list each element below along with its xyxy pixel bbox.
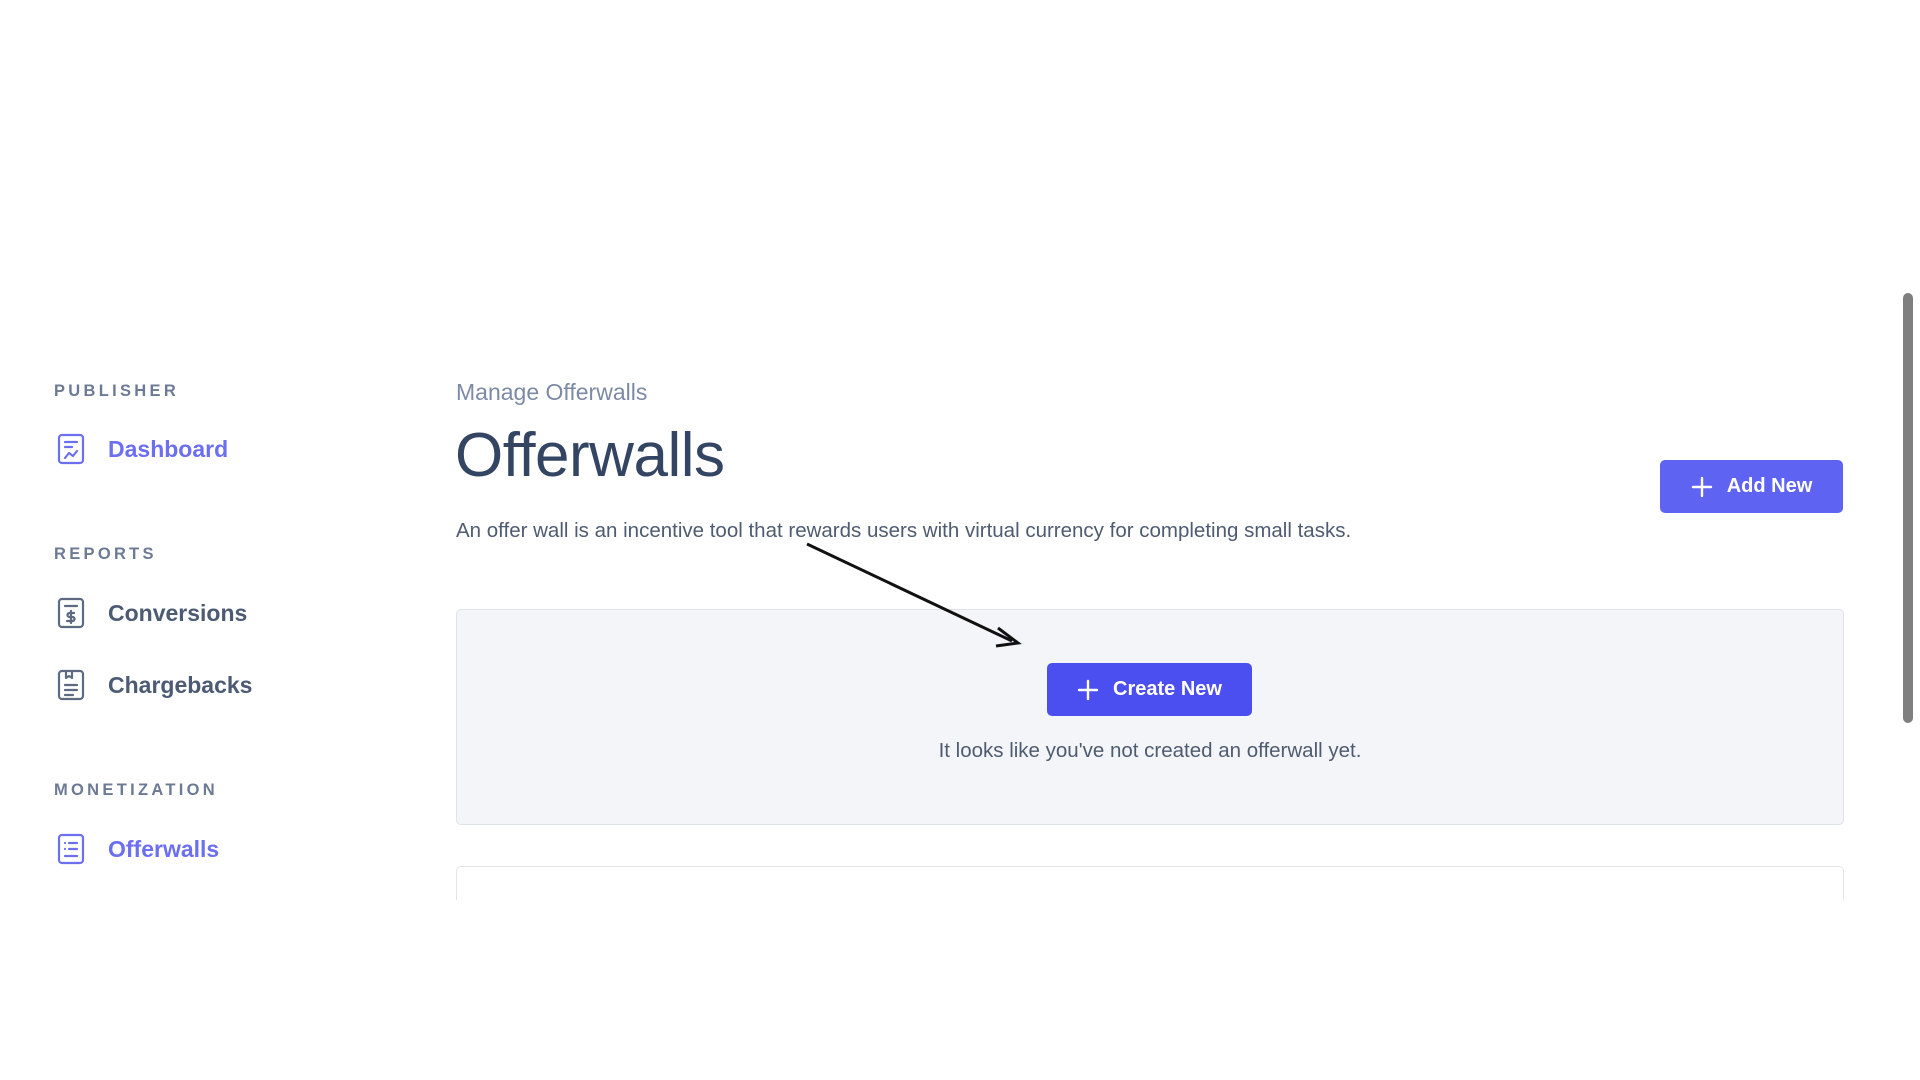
conversions-icon bbox=[56, 596, 86, 630]
page-description: An offer wall is an incentive tool that … bbox=[456, 519, 1352, 542]
sidebar-item-offerwalls[interactable]: Offerwalls bbox=[56, 832, 219, 866]
breadcrumb: Manage Offerwalls bbox=[456, 379, 648, 405]
page-bottom-area bbox=[0, 900, 1920, 1080]
sidebar-item-label: Chargebacks bbox=[108, 671, 253, 698]
offerwalls-icon bbox=[56, 832, 86, 866]
dashboard-icon bbox=[56, 432, 86, 466]
sidebar-item-label: Offerwalls bbox=[108, 835, 220, 862]
empty-state-message: It looks like you've not created an offe… bbox=[938, 739, 1362, 762]
plus-icon bbox=[1077, 679, 1099, 701]
plus-icon bbox=[1691, 476, 1713, 498]
sidebar-item-label: Conversions bbox=[108, 599, 248, 626]
scrollbar-thumb[interactable] bbox=[1903, 293, 1913, 723]
sidebar-item-label: Dashboard bbox=[108, 435, 229, 462]
create-new-button[interactable]: Create New bbox=[1047, 663, 1252, 716]
sidebar-heading-monetization: MONETIZATION bbox=[54, 781, 218, 799]
create-new-label: Create New bbox=[1113, 678, 1222, 700]
empty-state-panel bbox=[456, 609, 1844, 825]
add-new-label: Add New bbox=[1726, 475, 1813, 497]
sidebar-item-dashboard[interactable]: Dashboard bbox=[56, 432, 228, 466]
sidebar-heading-publisher: PUBLISHER bbox=[54, 382, 180, 400]
add-new-button[interactable]: Add New bbox=[1660, 460, 1843, 513]
sidebar-heading-reports: REPORTS bbox=[54, 545, 157, 563]
page-title: Offerwalls bbox=[455, 421, 725, 490]
chargebacks-icon bbox=[56, 668, 86, 702]
page: PUBLISHER Dashboard REPORTS Conversions … bbox=[0, 0, 1920, 1080]
sidebar-item-chargebacks[interactable]: Chargebacks bbox=[56, 668, 252, 702]
sidebar-item-conversions[interactable]: Conversions bbox=[56, 596, 247, 630]
